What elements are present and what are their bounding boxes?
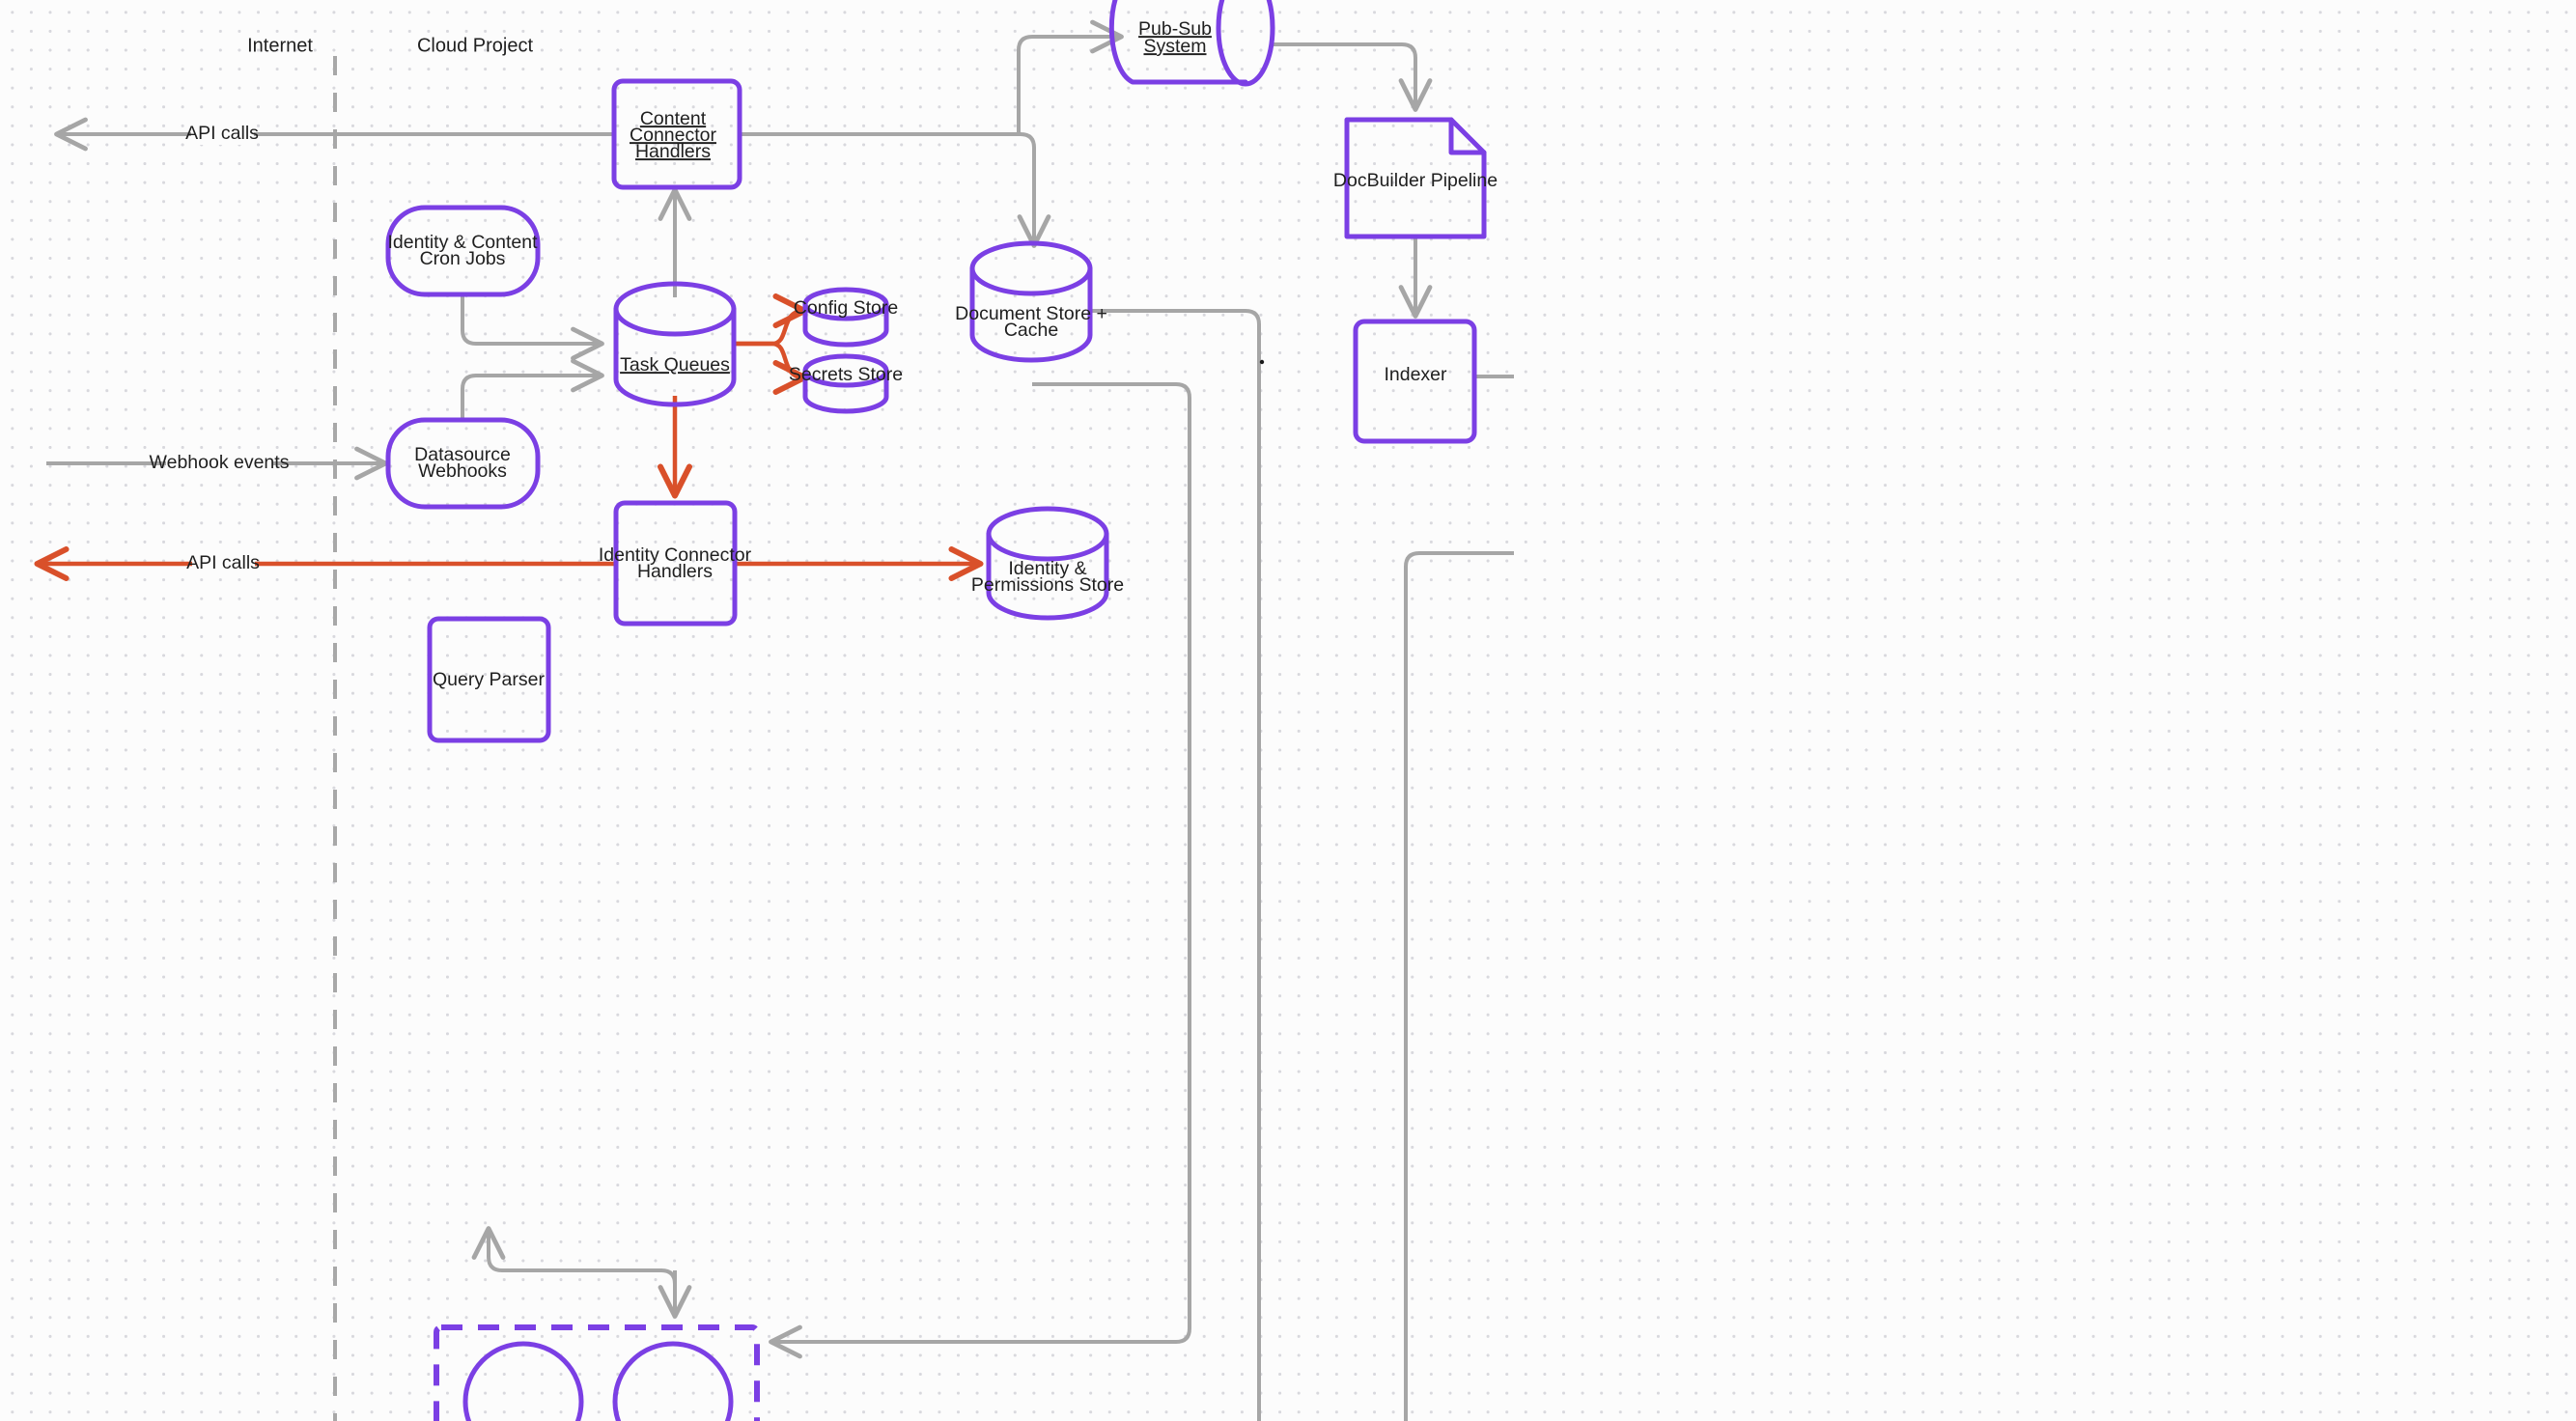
node-search-node-b: [615, 1344, 731, 1421]
node-label-datasource-webhooks-line2: Webhooks: [418, 460, 507, 482]
node-label-content-connector-handlers-line3: Handlers: [635, 141, 711, 162]
edge-label-webhook-events-text: Webhook events: [150, 452, 290, 473]
node-pub-sub-system[interactable]: Pub-Sub System: [1111, 0, 1273, 84]
edge-docstore-to-right-rail: [1091, 311, 1259, 1421]
node-label-config-store: Config Store: [794, 297, 898, 319]
node-label-task-queues: Task Queues: [620, 354, 730, 376]
node-docbuilder-pipeline[interactable]: DocBuilder Pipeline: [1333, 120, 1498, 237]
zone-label-internet-text: Internet: [247, 35, 313, 56]
edge-bottom-right-rail: [1406, 553, 1514, 1421]
architecture-diagram: Content Connector Handlers Identity & Co…: [0, 0, 2576, 1421]
edge-pubsub-to-docbuilder: [1273, 44, 1415, 108]
node-label-identity-store-line2: Permissions Store: [971, 574, 1124, 596]
node-content-connector-handlers[interactable]: Content Connector Handlers: [614, 81, 740, 187]
edge-cronjobs-to-task-queues: [462, 293, 601, 344]
edge-searchcluster-to-queryparser: [489, 1230, 675, 1284]
node-label-secrets-store: Secrets Store: [789, 364, 903, 385]
edge-label-webhook-events: Webhook events: [150, 452, 290, 474]
edge-docstore-to-search-cluster: [772, 384, 1190, 1342]
zone-label-cloud-project: Cloud Project: [417, 35, 534, 56]
edge-cch-to-pubsub: [740, 37, 1120, 134]
node-label-ich-line2: Handlers: [637, 561, 713, 582]
edge-cch-to-document-store: [740, 134, 1034, 244]
node-indexer[interactable]: Indexer: [1356, 321, 1474, 441]
node-task-queues[interactable]: Task Queues: [616, 284, 734, 404]
diagram-canvas: Content Connector Handlers Identity & Co…: [0, 0, 2576, 1421]
zone-label-internet: Internet: [247, 35, 313, 56]
node-label-query-parser: Query Parser: [433, 669, 545, 690]
edge-layer-gray: [46, 37, 1514, 1421]
node-label-indexer: Indexer: [1384, 364, 1447, 385]
node-identity-content-cron-jobs[interactable]: Identity & Content Cron Jobs: [387, 208, 538, 294]
node-datasource-webhooks[interactable]: Datasource Webhooks: [388, 420, 538, 507]
edge-label-api-calls-bottom-text: API calls: [186, 552, 260, 573]
node-label-cron-jobs-line2: Cron Jobs: [420, 248, 506, 269]
node-identity-connector-handlers[interactable]: Identity Connector Handlers: [599, 503, 752, 624]
node-label-pubsub-line2: System: [1143, 36, 1206, 57]
node-label-document-store-line2: Cache: [1004, 320, 1058, 341]
node-document-store-cache[interactable]: Document Store + Cache: [955, 243, 1107, 360]
artifact-dot: [1260, 360, 1264, 364]
edge-label-api-calls-top: API calls: [185, 123, 259, 145]
node-query-parser[interactable]: Query Parser: [430, 619, 548, 740]
node-identity-permissions-store[interactable]: Identity & Permissions Store: [971, 509, 1124, 618]
node-config-store[interactable]: Config Store: [794, 290, 898, 345]
edge-label-api-calls-bottom: API calls: [186, 552, 260, 574]
edge-webhooks-to-task-queues: [462, 376, 601, 419]
edge-label-api-calls-top-text: API calls: [185, 123, 259, 144]
node-label-docbuilder-pipeline: DocBuilder Pipeline: [1333, 170, 1498, 191]
node-secrets-store[interactable]: Secrets Store: [789, 356, 903, 411]
node-search-cluster-group[interactable]: [436, 1327, 757, 1421]
node-search-node-a: [465, 1344, 581, 1421]
zone-label-cloud-project-text: Cloud Project: [417, 35, 534, 56]
